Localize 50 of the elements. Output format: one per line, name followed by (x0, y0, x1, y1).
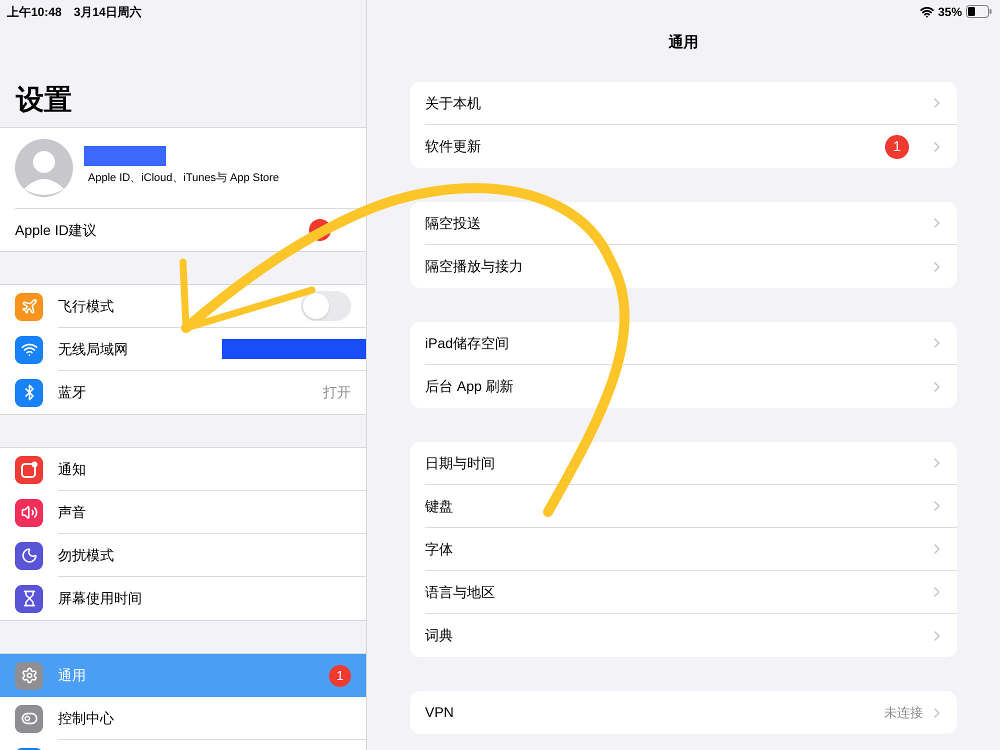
item-label: 勿扰模式 (58, 546, 114, 564)
row-label: 字体 (425, 540, 454, 558)
item-label: 飞行模式 (58, 296, 114, 316)
status-time: 上午10:48 (7, 4, 62, 20)
settings-row[interactable]: 键盘 (410, 485, 957, 528)
profile-subtitle: Apple ID、iCloud、iTunes与 App Store (88, 170, 279, 186)
profile-cell[interactable]: Apple ID、iCloud、iTunes与 App Store (0, 128, 366, 208)
notification-badge: 1 (329, 664, 351, 686)
row-label: 隔空投送 (425, 214, 482, 232)
item-value: 打开 (323, 383, 351, 402)
item-label: 通知 (58, 460, 86, 478)
settings-row[interactable]: 隔空投送 (410, 202, 957, 245)
row-value: 未连接 (884, 704, 923, 722)
settings-row[interactable]: 语言与地区 (410, 571, 957, 614)
toggle-switch[interactable] (301, 291, 351, 321)
avatar-icon (15, 139, 73, 197)
item-label: Apple ID建议 (15, 220, 98, 240)
item-label: 通用 (58, 666, 86, 685)
wifi-icon (920, 4, 934, 18)
row-label: iPad储存空间 (425, 334, 510, 352)
status-date: 3月14日周六 (74, 4, 142, 20)
row-label: 隔空播放与接力 (425, 257, 524, 276)
item-label: 屏幕使用时间 (58, 589, 142, 608)
settings-row[interactable]: 隔空播放与接力 (410, 245, 957, 288)
settings-row[interactable]: 后台 App 刷新 (410, 365, 957, 408)
item-label: 无线局域网 (58, 340, 128, 358)
row-label: 软件更新 (425, 137, 482, 156)
settings-row[interactable]: 词典 (410, 614, 957, 657)
settings-row[interactable]: 软件更新 1 (410, 125, 957, 168)
settings-row[interactable]: iPad储存空间 (410, 322, 957, 365)
row-label: 后台 App 刷新 (425, 377, 515, 396)
sidebar-item[interactable]: 通用 1 (0, 654, 366, 697)
item-label: 蓝牙 (58, 383, 86, 402)
settings-row[interactable]: 字体 (410, 528, 957, 571)
settings-row[interactable]: VPN 未连接 (410, 691, 957, 734)
row-label: 语言与地区 (425, 582, 496, 602)
item-label: 控制中心 (58, 708, 114, 728)
row-label: 词典 (425, 626, 454, 645)
row-label: 日期与时间 (425, 454, 496, 472)
row-label: 键盘 (425, 496, 454, 516)
settings-row[interactable]: 日期与时间 (410, 442, 957, 485)
battery-icon (966, 5, 992, 18)
row-label: VPN (425, 703, 455, 722)
battery-level: 35% (938, 4, 962, 20)
settings-row[interactable]: 关于本机 (410, 82, 957, 125)
row-label: 关于本机 (425, 94, 482, 112)
detail-title: 通用 (668, 33, 698, 53)
item-label: 声音 (58, 502, 86, 522)
page-title: 设置 (16, 83, 72, 117)
notification-badge: 1 (885, 134, 909, 158)
